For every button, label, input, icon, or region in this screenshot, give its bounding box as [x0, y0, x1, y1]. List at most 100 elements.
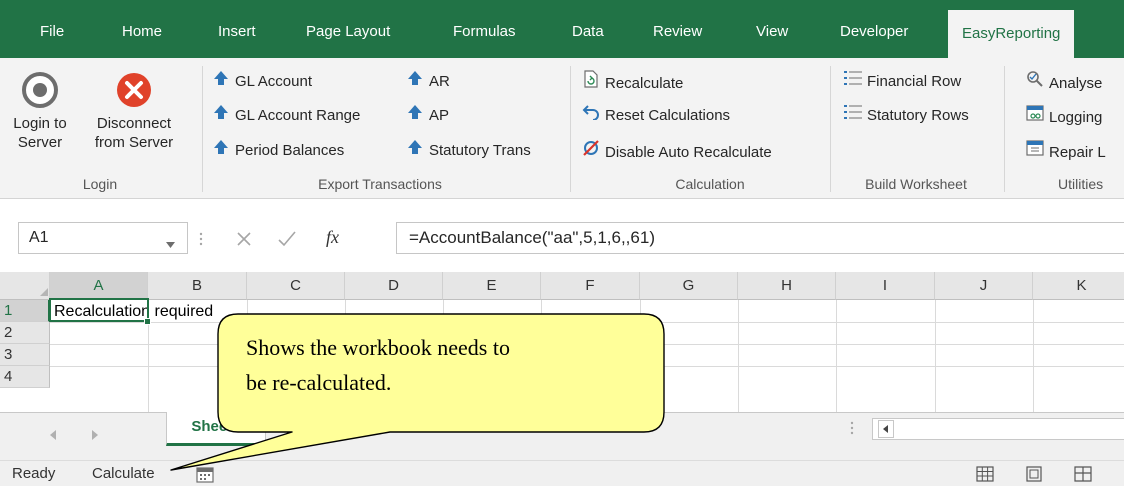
row-header-1[interactable]: 1: [0, 300, 50, 322]
analyse-label: Analyse: [1049, 75, 1103, 92]
formula-input[interactable]: =AccountBalance("aa",5,1,6,,61): [396, 222, 1124, 254]
disconnect-from-server-button[interactable]: Disconnect from Server: [78, 72, 190, 152]
row-header-2[interactable]: 2: [0, 322, 50, 344]
active-cell-a1[interactable]: [49, 298, 149, 322]
row-header-3[interactable]: 3: [0, 344, 50, 366]
enter-check-icon[interactable]: [278, 231, 296, 250]
cancel-icon[interactable]: [236, 231, 252, 250]
reset-calculations-label: Reset Calculations: [605, 107, 731, 124]
tab-formulas[interactable]: Formulas: [453, 20, 516, 44]
tab-insert[interactable]: Insert: [218, 20, 256, 44]
scroll-left-arrow-icon[interactable]: [878, 420, 894, 438]
column-header-a[interactable]: A: [50, 272, 148, 300]
period-balances-label: Period Balances: [235, 142, 345, 159]
tab-review[interactable]: Review: [653, 20, 702, 44]
select-all-corner[interactable]: [0, 272, 50, 300]
column-header-j[interactable]: J: [935, 272, 1033, 300]
tab-easyreporting[interactable]: EasyReporting: [948, 10, 1075, 58]
grip-dots-icon[interactable]: [850, 421, 854, 438]
up-arrow-icon: [212, 70, 230, 93]
formula-text: =AccountBalance("aa",5,1,6,,61): [409, 228, 655, 247]
ar-label: AR: [429, 73, 450, 90]
analyse-icon: [1026, 70, 1044, 95]
column-header-g[interactable]: G: [640, 272, 738, 300]
list-icon: [844, 104, 862, 127]
scroll-left-icon[interactable]: [50, 427, 57, 443]
recalculate-label: Recalculate: [605, 75, 684, 92]
column-header-k[interactable]: K: [1033, 272, 1124, 300]
logging-button[interactable]: Logging: [1026, 104, 1102, 126]
ribbon-tab-bar: File Home Insert Page Layout Formulas Da…: [0, 0, 1124, 58]
disconnect-label-line2: from Server: [94, 134, 174, 151]
ap-button[interactable]: AP: [406, 104, 449, 126]
up-arrow-icon: [406, 104, 424, 127]
group-label-build-worksheet: Build Worksheet: [865, 176, 967, 192]
gl-account-range-label: GL Account Range: [235, 107, 361, 124]
logging-icon: [1026, 104, 1044, 129]
row-header-4[interactable]: 4: [0, 366, 50, 388]
up-arrow-icon: [212, 139, 230, 162]
page-layout-view-icon[interactable]: [1026, 465, 1042, 486]
repair-icon: [1026, 139, 1044, 164]
grip-dots-icon[interactable]: [199, 232, 203, 249]
insert-function-button[interactable]: fx: [326, 227, 339, 248]
login-target-icon: [22, 72, 58, 108]
callout-line-2: be re-calculated.: [246, 370, 392, 395]
scroll-right-icon[interactable]: [92, 427, 99, 443]
column-header-d[interactable]: D: [345, 272, 443, 300]
column-header-e[interactable]: E: [443, 272, 541, 300]
statutory-trans-button[interactable]: Statutory Trans: [406, 139, 531, 161]
tab-page-layout[interactable]: Page Layout: [306, 20, 390, 44]
tab-home[interactable]: Home: [122, 20, 162, 44]
ribbon: Login to Server Disconnect from Server L…: [0, 58, 1124, 199]
page-break-view-icon[interactable]: [1074, 465, 1092, 486]
disable-recalc-icon: [582, 139, 600, 164]
sheet-tab-sheet1[interactable]: Sheet1: [166, 412, 266, 446]
tab-developer[interactable]: Developer: [840, 20, 908, 44]
list-icon: [844, 70, 862, 93]
group-separator: [830, 66, 831, 192]
period-balances-button[interactable]: Period Balances: [212, 139, 344, 161]
disconnect-label-line1: Disconnect: [96, 115, 172, 132]
repair-button[interactable]: Repair L: [1026, 139, 1106, 161]
column-header-c[interactable]: C: [247, 272, 345, 300]
formula-bar: A1 fx =AccountBalance("aa",5,1,6,,61): [0, 199, 1124, 279]
analyse-button[interactable]: Analyse: [1026, 70, 1102, 92]
disconnect-x-icon: [116, 72, 152, 108]
grid-line: [836, 300, 837, 412]
login-label-line2: Server: [17, 134, 63, 151]
recalculate-button[interactable]: Recalculate: [582, 70, 683, 92]
grid-line: [935, 300, 936, 412]
add-sheet-icon[interactable]: [288, 419, 310, 444]
column-header-b[interactable]: B: [148, 272, 247, 300]
group-separator: [570, 66, 571, 192]
disable-auto-recalculate-button[interactable]: Disable Auto Recalculate: [582, 139, 772, 161]
gl-account-range-button[interactable]: GL Account Range: [212, 104, 360, 126]
disable-auto-recalculate-label: Disable Auto Recalculate: [605, 144, 772, 161]
tab-data[interactable]: Data: [572, 20, 604, 44]
group-label-calculation: Calculation: [675, 176, 745, 192]
name-box[interactable]: A1: [18, 222, 188, 254]
financial-row-label: Financial Row: [867, 73, 962, 90]
reset-calculations-button[interactable]: Reset Calculations: [582, 104, 730, 126]
grid-line: [738, 300, 739, 412]
column-header-i[interactable]: I: [836, 272, 935, 300]
cell-reference: A1: [29, 229, 49, 246]
tab-view[interactable]: View: [756, 20, 788, 44]
login-to-server-button[interactable]: Login to Server: [4, 72, 76, 152]
chevron-down-icon[interactable]: [166, 235, 175, 251]
financial-row-button[interactable]: Financial Row: [844, 70, 961, 92]
fill-handle[interactable]: [144, 318, 151, 325]
ar-button[interactable]: AR: [406, 70, 450, 92]
statutory-rows-button[interactable]: Statutory Rows: [844, 104, 969, 126]
gl-account-button[interactable]: GL Account: [212, 70, 312, 92]
status-bar: Ready Calculate: [0, 460, 1124, 486]
undo-icon: [582, 104, 600, 127]
macro-record-icon[interactable]: [196, 465, 214, 486]
normal-view-icon[interactable]: [976, 465, 994, 486]
tab-file[interactable]: File: [40, 20, 64, 44]
grid-line: [1033, 300, 1034, 412]
column-header-h[interactable]: H: [738, 272, 836, 300]
column-header-f[interactable]: F: [541, 272, 640, 300]
horizontal-scrollbar[interactable]: [872, 418, 1124, 440]
